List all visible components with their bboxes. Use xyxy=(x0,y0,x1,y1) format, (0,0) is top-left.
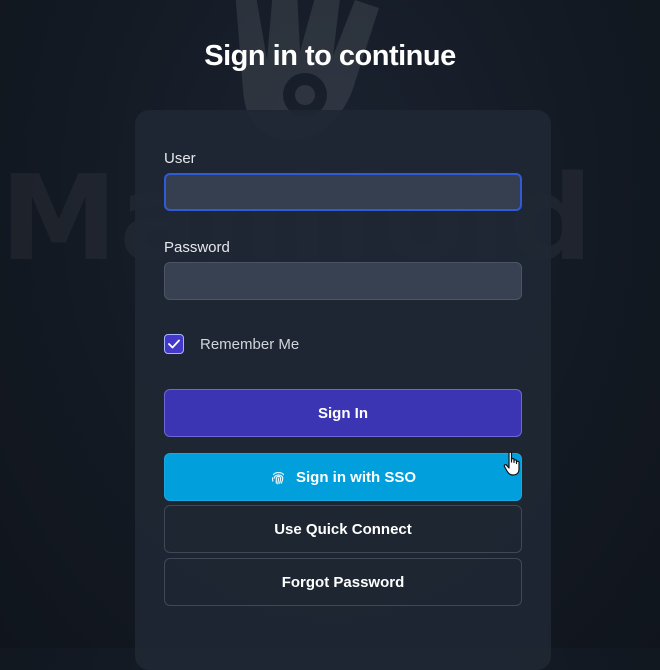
hand-pointer-icon xyxy=(503,451,520,476)
sign-in-button-label: Sign In xyxy=(318,404,368,422)
password-label: Password xyxy=(164,239,230,256)
password-input[interactable] xyxy=(164,262,522,300)
user-input[interactable] xyxy=(164,173,522,211)
fingerprint-icon xyxy=(270,469,287,486)
forgot-password-button[interactable]: Forgot Password xyxy=(164,558,522,606)
sign-in-sso-button[interactable]: Sign in with SSO xyxy=(164,453,522,501)
sign-in-button[interactable]: Sign In xyxy=(164,389,522,437)
forgot-password-button-label: Forgot Password xyxy=(281,573,405,591)
remember-me-checkbox[interactable] xyxy=(164,334,184,354)
sign-in-sso-button-label: Sign in with SSO xyxy=(296,468,416,486)
check-icon xyxy=(168,339,180,349)
user-label: User xyxy=(164,150,196,167)
quick-connect-button[interactable]: Use Quick Connect xyxy=(164,505,522,553)
page-title: Sign in to continue xyxy=(204,40,456,72)
quick-connect-button-label: Use Quick Connect xyxy=(274,520,412,538)
remember-me-label: Remember Me xyxy=(200,336,300,353)
